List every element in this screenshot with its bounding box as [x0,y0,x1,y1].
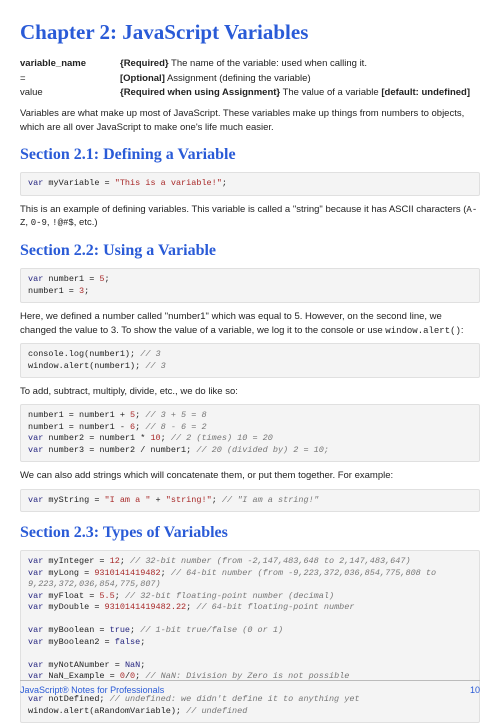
body-paragraph: We can also add strings which will conca… [20,469,480,482]
code-block: var myString = "I am a " + "string!"; //… [20,489,480,512]
body-paragraph: To add, subtract, multiply, divide, etc.… [20,385,480,398]
code-block: number1 = number1 + 5; // 3 + 5 = 8 numb… [20,404,480,462]
section-heading-2-2: Section 2.2: Using a Variable [20,240,480,262]
code-block: var myInteger = 12; // 32-bit number (fr… [20,550,480,723]
code-block: var myVariable = "This is a variable!"; [20,172,480,195]
body-paragraph: This is an example of defining variables… [20,203,480,230]
table-row: variable_name {Required} The name of the… [20,57,480,70]
param-desc: {Required} The name of the variable: use… [120,57,480,70]
param-desc: [Optional] Assignment (defining the vari… [120,72,480,85]
page-footer: JavaScript® Notes for Professionals 10 [20,680,480,697]
param-name: variable_name [20,57,120,70]
table-row: = [Optional] Assignment (defining the va… [20,72,480,85]
page-number: 10 [470,684,480,697]
section-heading-2-1: Section 2.1: Defining a Variable [20,144,480,166]
code-block: var number1 = 5; number1 = 3; [20,268,480,303]
body-paragraph: Here, we defined a number called "number… [20,310,480,337]
chapter-title: Chapter 2: JavaScript Variables [20,18,480,47]
table-row: value {Required when using Assignment} T… [20,86,480,99]
param-desc: {Required when using Assignment} The val… [120,86,480,99]
footer-title: JavaScript® Notes for Professionals [20,684,164,697]
intro-paragraph: Variables are what make up most of JavaS… [20,107,480,134]
code-block: console.log(number1); // 3 window.alert(… [20,343,480,378]
param-name: = [20,72,120,85]
param-name: value [20,86,120,99]
parameter-table: variable_name {Required} The name of the… [20,57,480,99]
section-heading-2-3: Section 2.3: Types of Variables [20,522,480,544]
